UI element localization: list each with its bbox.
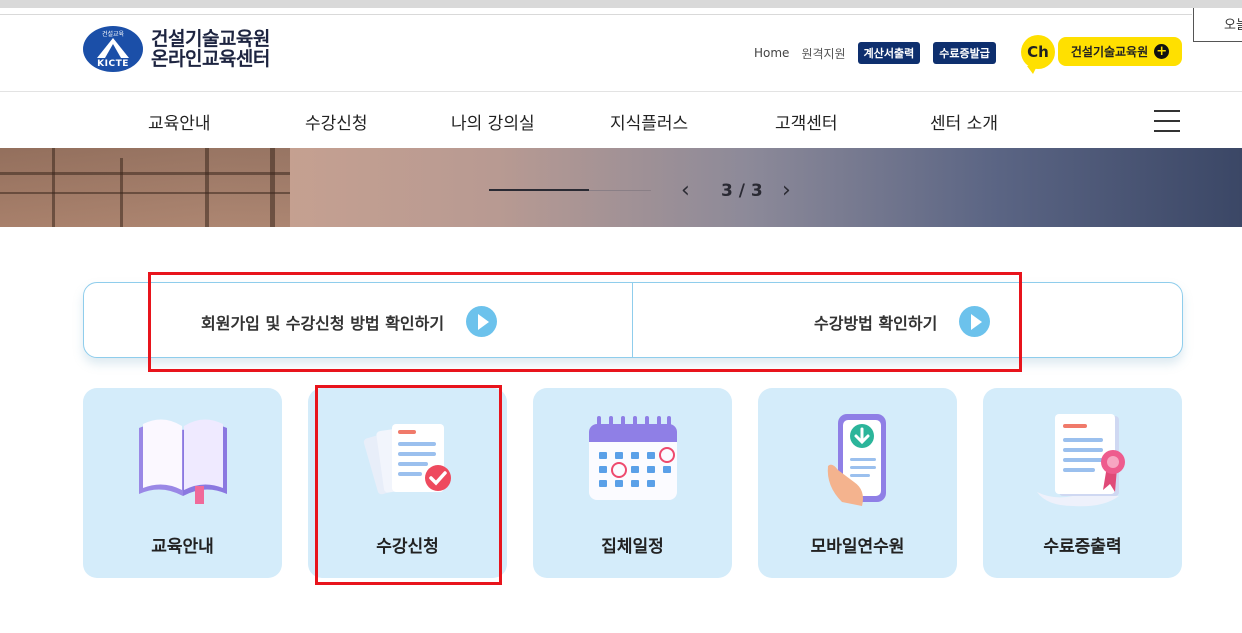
corner-popup[interactable]: 오늘 [1193, 8, 1242, 42]
nav-item-my-classroom[interactable]: 나의 강의실 [451, 109, 535, 134]
kakao-channel-icon[interactable]: Ch [1021, 35, 1055, 74]
play-icon [466, 306, 498, 337]
kakao-channel-button[interactable]: 건설기술교육원 + [1058, 37, 1182, 66]
browser-divider [0, 14, 1192, 15]
logo-text: 건설기술교육원 온라인교육센터 [151, 29, 270, 69]
logo-line-1: 건설기술교육원 [151, 28, 270, 50]
card-label: 수강신청 [376, 537, 439, 557]
emblem-kicte-text: KICTE [97, 59, 129, 69]
card-group-schedule[interactable]: 집체일정 [533, 388, 732, 578]
card-certificate-print[interactable]: 수료증출력 [983, 388, 1182, 578]
application-document-icon [363, 424, 451, 495]
slider-progress-fill [489, 189, 589, 191]
study-guide-label: 수강방법 확인하기 [814, 313, 938, 333]
plus-icon: + [1154, 44, 1170, 59]
card-label: 수료증출력 [1043, 537, 1122, 557]
card-education-info[interactable]: 교육안내 [83, 388, 282, 578]
kicte-emblem-icon: 건설교육 KICTE [83, 26, 143, 72]
nav-item-about-center[interactable]: 센터 소개 [930, 109, 998, 134]
certificate-issue-button[interactable]: 수료증발급 [933, 42, 996, 64]
signup-guide-button[interactable]: 회원가입 및 수강신청 방법 확인하기 [201, 306, 498, 337]
main-navigation: 교육안내 수강신청 나의 강의실 지식플러스 고객센터 센터 소개 [0, 92, 1242, 148]
card-mobile-academy[interactable]: 모바일연수원 [758, 388, 957, 578]
nav-item-customer-center[interactable]: 고객센터 [775, 109, 838, 134]
emblem-top-text: 건설교육 [101, 31, 125, 38]
kakao-channel-label: 건설기술교육원 [1070, 45, 1149, 59]
card-label: 집체일정 [601, 537, 664, 557]
corner-popup-text: 오늘 [1224, 18, 1242, 33]
slider-prev-icon[interactable]: ‹ [681, 180, 690, 202]
hamburger-menu-icon[interactable] [1154, 110, 1180, 132]
slider-counter: 3 / 3 [721, 181, 763, 201]
remote-support-link[interactable]: 원격지원 [801, 45, 845, 62]
card-label: 교육안내 [151, 537, 214, 557]
main-banner [0, 148, 1242, 227]
open-book-icon [139, 419, 227, 504]
signup-guide-label: 회원가입 및 수강신청 방법 확인하기 [201, 313, 445, 333]
site-logo[interactable]: 건설교육 KICTE 건설기술교육원 온라인교육센터 [83, 26, 270, 72]
channel-icon-text: Ch [1027, 43, 1049, 61]
invoice-print-button[interactable]: 계산서출력 [857, 42, 921, 64]
nav-item-knowledge-plus[interactable]: 지식플러스 [610, 109, 688, 134]
slider-next-icon[interactable]: › [782, 180, 791, 202]
logo-line-2: 온라인교육센터 [151, 48, 270, 70]
utility-menu: Home 원격지원 계산서출력 수료증발급 [754, 42, 1009, 64]
study-guide-button[interactable]: 수강방법 확인하기 [814, 306, 991, 337]
nav-item-education-info[interactable]: 교육안내 [148, 109, 211, 134]
browser-top-bar [0, 0, 1242, 8]
banner-image [0, 148, 290, 227]
home-link[interactable]: Home [754, 46, 789, 60]
nav-item-enrollment[interactable]: 수강신청 [305, 109, 368, 134]
mobile-download-icon [827, 414, 886, 506]
guide-divider [632, 283, 633, 357]
calendar-icon [589, 416, 677, 500]
card-label: 모바일연수원 [810, 537, 905, 557]
card-enrollment[interactable]: 수강신청 [308, 388, 507, 578]
certificate-icon [1037, 414, 1125, 507]
play-icon [959, 306, 991, 337]
